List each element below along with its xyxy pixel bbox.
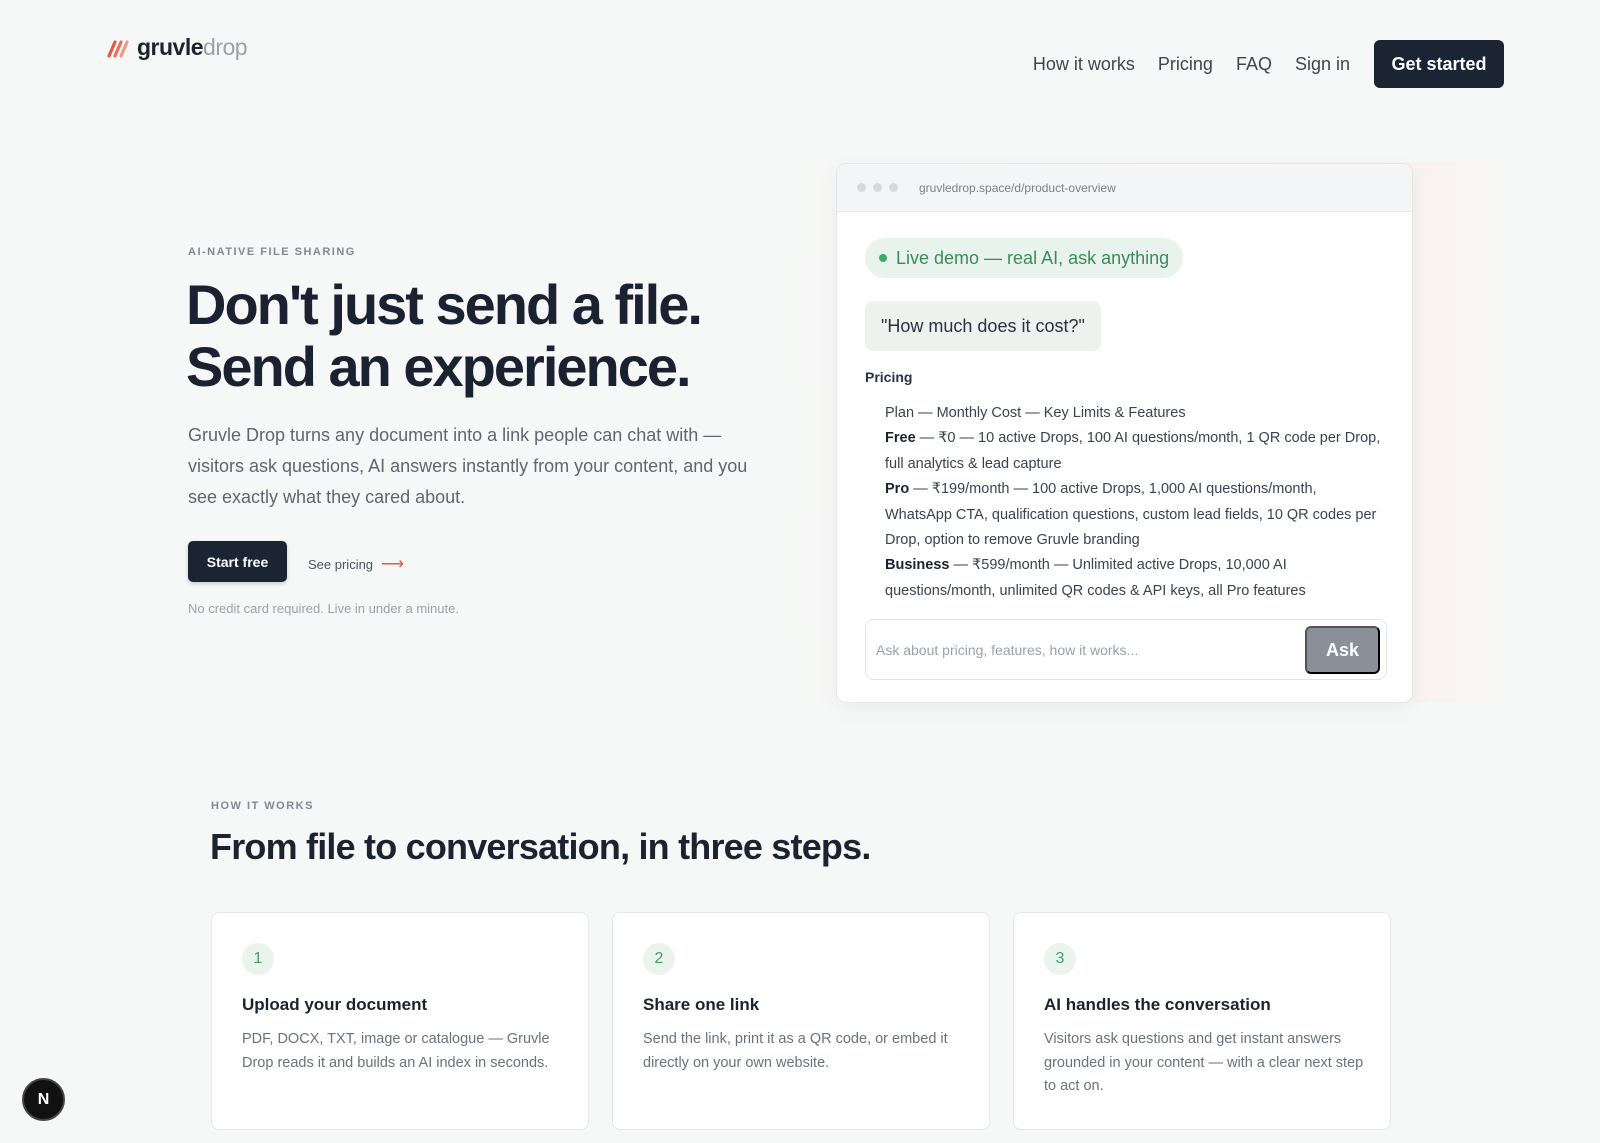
step-number-badge: 2 xyxy=(643,943,675,975)
live-demo-badge: Live demo — real AI, ask anything xyxy=(865,238,1184,278)
live-status-dot-icon xyxy=(879,254,887,262)
answer-plan-business: Business — ₹599/month — Unlimited active… xyxy=(885,557,1306,599)
see-pricing-link[interactable]: See pricing ⟶ xyxy=(308,554,404,574)
window-dot-icon xyxy=(873,183,882,192)
hero-description: Gruvle Drop turns any document into a li… xyxy=(188,425,748,507)
arrow-right-icon: ⟶ xyxy=(381,556,404,573)
logo-slash-icon xyxy=(107,39,129,58)
logo-wordmark: gruvledrop xyxy=(137,34,248,60)
step-card: 1 Upload your document PDF, DOCX, TXT, i… xyxy=(211,912,589,1130)
top-nav: How it works Pricing FAQ Sign in Get sta… xyxy=(1010,40,1504,88)
nav-sign-in[interactable]: Sign in xyxy=(1295,54,1350,75)
step-description: PDF, DOCX, TXT, image or catalogue — Gru… xyxy=(242,1031,550,1071)
step-card: 2 Share one link Send the link, print it… xyxy=(612,912,990,1130)
how-it-works-title: From file to conversation, in three step… xyxy=(210,826,871,867)
window-dot-icon xyxy=(857,183,866,192)
step-title: AI handles the conversation xyxy=(1044,995,1271,1014)
see-pricing-label: See pricing xyxy=(308,556,374,572)
logo[interactable]: gruvledrop xyxy=(107,34,248,61)
answer-header: Plan — Monthly Cost — Key Limits & Featu… xyxy=(885,405,1186,421)
nav-pricing[interactable]: Pricing xyxy=(1158,54,1213,75)
how-it-works-eyebrow: HOW IT WORKS xyxy=(211,800,314,812)
browser-bar: gruvledrop.space/d/product-overview xyxy=(837,164,1412,212)
ask-button[interactable]: Ask xyxy=(1305,626,1380,674)
answer-title: Pricing xyxy=(865,369,913,385)
nav-faq[interactable]: FAQ xyxy=(1236,54,1272,75)
answer-plan-pro: Pro — ₹199/month — 100 active Drops, 1,0… xyxy=(885,481,1377,549)
window-dot-icon xyxy=(889,183,898,192)
nav-how-it-works[interactable]: How it works xyxy=(1033,54,1135,75)
step-number-badge: 1 xyxy=(242,943,274,975)
step-title: Upload your document xyxy=(242,995,428,1014)
ask-input[interactable] xyxy=(876,630,1306,670)
step-number-badge: 3 xyxy=(1044,943,1076,975)
step-card: 3 AI handles the conversation Visitors a… xyxy=(1013,912,1391,1130)
hero-title-line-2: Send an experience. xyxy=(186,335,692,398)
start-free-button[interactable]: Start free xyxy=(188,541,287,582)
answer-plan-free: Free — ₹0 — 10 active Drops, 100 AI ques… xyxy=(885,430,1381,472)
live-demo-label: Live demo — real AI, ask anything xyxy=(896,247,1170,268)
hero-title-line-1: Don't just send a file. xyxy=(186,273,703,336)
user-question-bubble: "How much does it cost?" xyxy=(865,301,1101,351)
browser-url: gruvledrop.space/d/product-overview xyxy=(919,180,1116,195)
hero-eyebrow: AI-NATIVE FILE SHARING xyxy=(188,246,356,258)
step-title: Share one link xyxy=(643,995,760,1014)
dev-tools-badge-icon[interactable]: N xyxy=(22,1078,65,1121)
hero-note: No credit card required. Live in under a… xyxy=(188,601,459,616)
step-description: Visitors ask questions and get instant a… xyxy=(1044,1031,1364,1094)
step-description: Send the link, print it as a QR code, or… xyxy=(643,1031,948,1071)
answer-body: Plan — Monthly Cost — Key Limits & Featu… xyxy=(885,401,1385,604)
hero-title: Don't just send a file. Send an experien… xyxy=(186,273,703,398)
live-demo-window: gruvledrop.space/d/product-overview Live… xyxy=(836,163,1413,703)
get-started-button[interactable]: Get started xyxy=(1374,40,1504,88)
ask-form: Ask xyxy=(865,619,1387,680)
